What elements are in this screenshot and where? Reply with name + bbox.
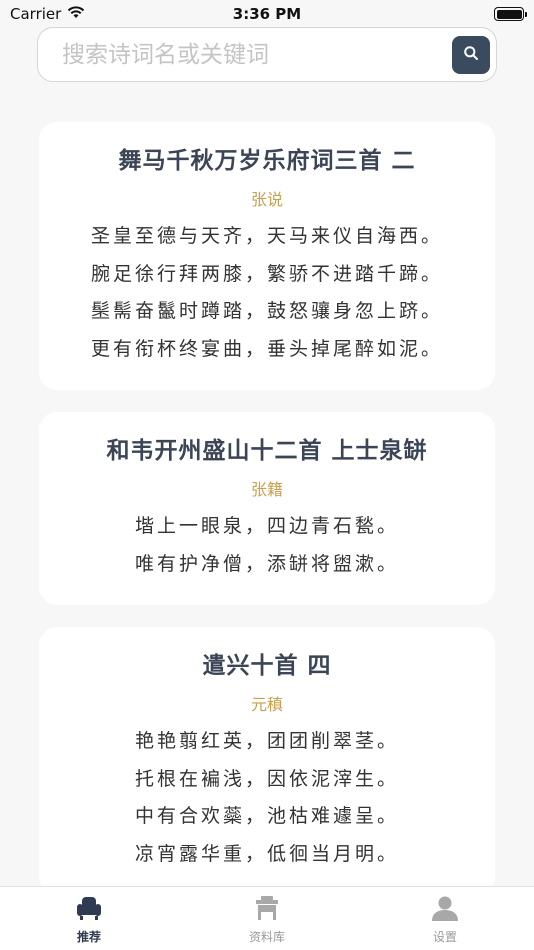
- poem-line: 腕足徐行拜两膝，繁骄不进踏千蹄。: [90, 262, 443, 285]
- poem-lines: 圣皇至德与天齐，天马来仪自海西。 腕足徐行拜两膝，繁骄不进踏千蹄。 髬髵奋鬣时蹲…: [39, 218, 495, 368]
- poem-line: 更有衔杯终宴曲，垂头掉尾醉如泥。: [90, 337, 443, 360]
- search-input[interactable]: [62, 41, 452, 68]
- poem-card[interactable]: 和韦开州盛山十二首 上士泉缾 张籍 堦上一眼泉，四边青石甃。 唯有护净僧，添缾将…: [39, 412, 495, 605]
- status-left: Carrier: [10, 5, 85, 23]
- poem-lines: 艳艳翦红英，团团削翠茎。 托根在褊浅，因依泥滓生。 中有合欢蘂，池枯难遽呈。 凉…: [39, 723, 495, 873]
- poem-author: 张籍: [250, 480, 283, 499]
- poem-title: 舞马千秋万岁乐府词三首 二: [118, 148, 416, 174]
- tab-library[interactable]: 资料库: [178, 887, 356, 950]
- armchair-icon: [75, 895, 103, 925]
- poem-line: 堦上一眼泉，四边青石甃。: [134, 515, 399, 537]
- poem-title: 和韦开州盛山十二首 上士泉缾: [106, 438, 428, 464]
- poem-title: 遣兴十首 四: [202, 653, 332, 679]
- poem-line: 托根在褊浅，因依泥滓生。: [134, 767, 399, 790]
- poem-line: 凉宵露华重，低徊当月明。: [134, 842, 399, 865]
- poem-card[interactable]: 舞马千秋万岁乐府词三首 二 张说 圣皇至德与天齐，天马来仪自海西。 腕足徐行拜两…: [39, 122, 495, 390]
- wifi-icon: [67, 5, 85, 23]
- search-button[interactable]: [452, 35, 490, 74]
- person-icon: [431, 895, 459, 925]
- tab-label: 资料库: [248, 930, 285, 944]
- tab-bar: 推荐 资料库 设置: [0, 886, 534, 950]
- tab-label: 推荐: [76, 930, 101, 944]
- tab-settings[interactable]: 设置: [356, 887, 534, 950]
- tab-label: 设置: [432, 930, 457, 944]
- poem-author: 元稹: [250, 695, 283, 714]
- battery-icon: [494, 7, 527, 21]
- search-bar: [37, 27, 497, 82]
- tab-recommend[interactable]: 推荐: [0, 887, 178, 950]
- status-bar: Carrier 3:36 PM: [0, 0, 534, 28]
- poem-author: 张说: [250, 190, 283, 209]
- poem-line: 中有合欢蘂，池枯难遽呈。: [134, 805, 399, 827]
- library-icon: [253, 895, 281, 925]
- poem-line: 唯有护净僧，添缾将盥漱。: [134, 552, 399, 575]
- poem-card[interactable]: 遣兴十首 四 元稹 艳艳翦红英，团团削翠茎。 托根在褊浅，因依泥滓生。 中有合欢…: [39, 627, 495, 895]
- poem-line: 髬髵奋鬣时蹲踏，鼓怒骧身忽上跻。: [90, 300, 443, 322]
- poem-line: 艳艳翦红英，团团削翠茎。: [134, 730, 399, 752]
- carrier-label: Carrier: [10, 5, 62, 23]
- poem-lines: 堦上一眼泉，四边青石甃。 唯有护净僧，添缾将盥漱。: [39, 508, 495, 583]
- poem-list: 舞马千秋万岁乐府词三首 二 张说 圣皇至德与天齐，天马来仪自海西。 腕足徐行拜两…: [39, 122, 495, 917]
- search-icon: [463, 45, 479, 65]
- poem-line: 圣皇至德与天齐，天马来仪自海西。: [90, 225, 443, 247]
